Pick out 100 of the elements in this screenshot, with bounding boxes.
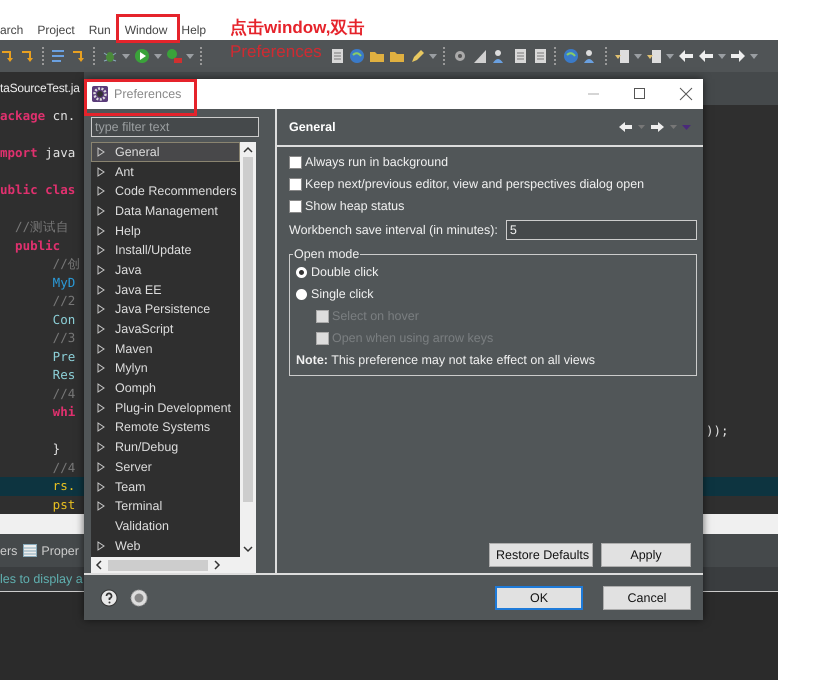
expand-arrow-icon[interactable] bbox=[97, 363, 105, 374]
help-icon[interactable] bbox=[100, 588, 118, 606]
tree-item[interactable]: Remote Systems bbox=[91, 418, 240, 438]
tree-item[interactable]: Maven bbox=[91, 338, 240, 359]
tree-item[interactable]: General bbox=[91, 142, 240, 162]
menu-item[interactable]: arch bbox=[0, 22, 24, 36]
checkbox[interactable] bbox=[289, 200, 302, 212]
expand-arrow-icon[interactable] bbox=[97, 245, 105, 256]
caret-icon[interactable] bbox=[186, 54, 194, 58]
expand-arrow-icon[interactable] bbox=[97, 402, 105, 413]
filter-field[interactable]: type filter text bbox=[91, 117, 259, 137]
forward-arrow-icon[interactable] bbox=[650, 121, 665, 133]
caret-icon[interactable] bbox=[718, 54, 726, 58]
play-icon[interactable] bbox=[134, 48, 150, 64]
menu-item[interactable]: Help bbox=[181, 22, 206, 36]
doc-icon[interactable] bbox=[329, 48, 345, 64]
caret-icon[interactable] bbox=[750, 54, 758, 58]
expand-arrow-icon[interactable] bbox=[97, 344, 105, 354]
expand-arrow-icon[interactable] bbox=[97, 442, 105, 452]
code-text: ackage bbox=[0, 107, 46, 125]
vertical-scrollbar[interactable] bbox=[240, 142, 256, 557]
dialog-button[interactable]: Restore Defaults bbox=[489, 543, 593, 567]
expand-arrow-icon[interactable] bbox=[97, 324, 105, 334]
note-text: Note: This preference may not take effect on all views bbox=[296, 352, 596, 369]
expand-arrow-icon[interactable] bbox=[97, 462, 105, 472]
tree-item[interactable]: Data Management bbox=[91, 201, 240, 221]
step-icon[interactable] bbox=[0, 48, 16, 64]
code-text: rs. bbox=[52, 477, 76, 495]
caret-icon[interactable] bbox=[634, 54, 642, 58]
back-arrow-icon[interactable] bbox=[618, 121, 633, 133]
caret-icon[interactable] bbox=[154, 54, 162, 58]
dialog-button[interactable]: Apply bbox=[601, 543, 691, 567]
tree-item[interactable]: Terminal bbox=[91, 496, 240, 516]
checkbox[interactable] bbox=[289, 178, 302, 190]
tree-item[interactable]: Java bbox=[91, 260, 240, 280]
checkbox[interactable] bbox=[289, 156, 302, 168]
tree-item[interactable]: Java EE bbox=[91, 280, 240, 300]
tree-item[interactable]: Code Recommenders bbox=[91, 181, 240, 202]
expand-arrow-icon[interactable] bbox=[97, 226, 105, 236]
expand-arrow-icon[interactable] bbox=[97, 264, 105, 275]
dialog-button[interactable]: Cancel bbox=[603, 586, 691, 610]
panel-tab[interactable]: ers bbox=[0, 544, 18, 558]
interval-field[interactable]: 5 bbox=[506, 220, 697, 240]
dialog-button[interactable]: OK bbox=[495, 586, 583, 610]
back-icon[interactable] bbox=[678, 48, 694, 64]
expand-arrow-icon[interactable] bbox=[97, 482, 105, 492]
code-text: MyD bbox=[52, 274, 76, 292]
record-icon[interactable] bbox=[130, 588, 148, 606]
back-icon[interactable] bbox=[698, 48, 714, 64]
step-icon[interactable] bbox=[71, 48, 87, 64]
caret-icon[interactable] bbox=[666, 54, 674, 58]
chevron-right-icon[interactable] bbox=[214, 560, 221, 570]
chevron-left-icon[interactable] bbox=[95, 560, 102, 570]
horizontal-scrollbar[interactable] bbox=[91, 557, 256, 573]
pencil-icon[interactable] bbox=[409, 48, 425, 64]
expand-arrow-icon[interactable] bbox=[97, 422, 105, 432]
para-icon[interactable] bbox=[532, 48, 548, 64]
expand-arrow-icon[interactable] bbox=[97, 304, 105, 314]
tree-item[interactable]: Server bbox=[91, 457, 240, 477]
step-icon[interactable] bbox=[20, 48, 36, 64]
tree-item[interactable]: Run/Debug bbox=[91, 437, 240, 457]
expand-arrow-icon[interactable] bbox=[97, 206, 105, 216]
fwd-icon[interactable] bbox=[730, 48, 746, 64]
tree-item[interactable]: Team bbox=[91, 476, 240, 496]
code-text: ublic clas bbox=[0, 181, 76, 199]
globe-icon[interactable] bbox=[349, 48, 365, 64]
tree-item[interactable]: Oomph bbox=[91, 378, 240, 398]
tree-item[interactable]: Java Persistence bbox=[91, 300, 240, 320]
chevron-up-icon[interactable] bbox=[243, 146, 253, 153]
list-icon[interactable] bbox=[51, 48, 67, 64]
tree-item[interactable]: JavaScript bbox=[91, 319, 240, 339]
editor-tab[interactable]: taSourceTest.ja bbox=[0, 72, 84, 105]
tree-item[interactable]: Install/Update bbox=[91, 240, 240, 260]
field-label: Workbench save interval (in minutes): bbox=[289, 223, 498, 237]
tree-item[interactable]: Ant bbox=[91, 162, 240, 182]
doc-icon[interactable] bbox=[512, 48, 528, 64]
tree-item[interactable]: Validation bbox=[91, 516, 240, 536]
expand-arrow-icon[interactable] bbox=[97, 383, 105, 394]
panel-tab[interactable]: Proper bbox=[41, 544, 79, 558]
caret-icon[interactable] bbox=[429, 54, 437, 58]
tree-item[interactable]: Mylyn bbox=[91, 358, 240, 378]
expand-arrow-icon[interactable] bbox=[97, 284, 105, 295]
tree-item[interactable]: Web bbox=[91, 536, 240, 556]
globe-icon[interactable] bbox=[563, 48, 579, 64]
close-icon[interactable] bbox=[679, 87, 693, 101]
expand-arrow-icon[interactable] bbox=[97, 501, 105, 512]
radio-button[interactable] bbox=[296, 288, 307, 300]
tree-item[interactable]: Plug-in Development bbox=[91, 398, 240, 418]
expand-arrow-icon[interactable] bbox=[97, 186, 105, 196]
expand-arrow-icon[interactable] bbox=[97, 540, 105, 551]
expand-arrow-icon[interactable] bbox=[97, 146, 105, 157]
radio-button[interactable] bbox=[296, 266, 307, 278]
caret-icon[interactable] bbox=[122, 54, 130, 58]
menu-item[interactable]: Window bbox=[124, 22, 168, 36]
menu-item[interactable]: Run bbox=[88, 22, 111, 36]
maximize-icon[interactable] bbox=[633, 87, 647, 101]
tree-item[interactable]: Help bbox=[91, 220, 240, 240]
menu-item[interactable]: Project bbox=[37, 22, 75, 36]
expand-arrow-icon[interactable] bbox=[97, 166, 105, 177]
chevron-down-icon[interactable] bbox=[243, 546, 253, 553]
